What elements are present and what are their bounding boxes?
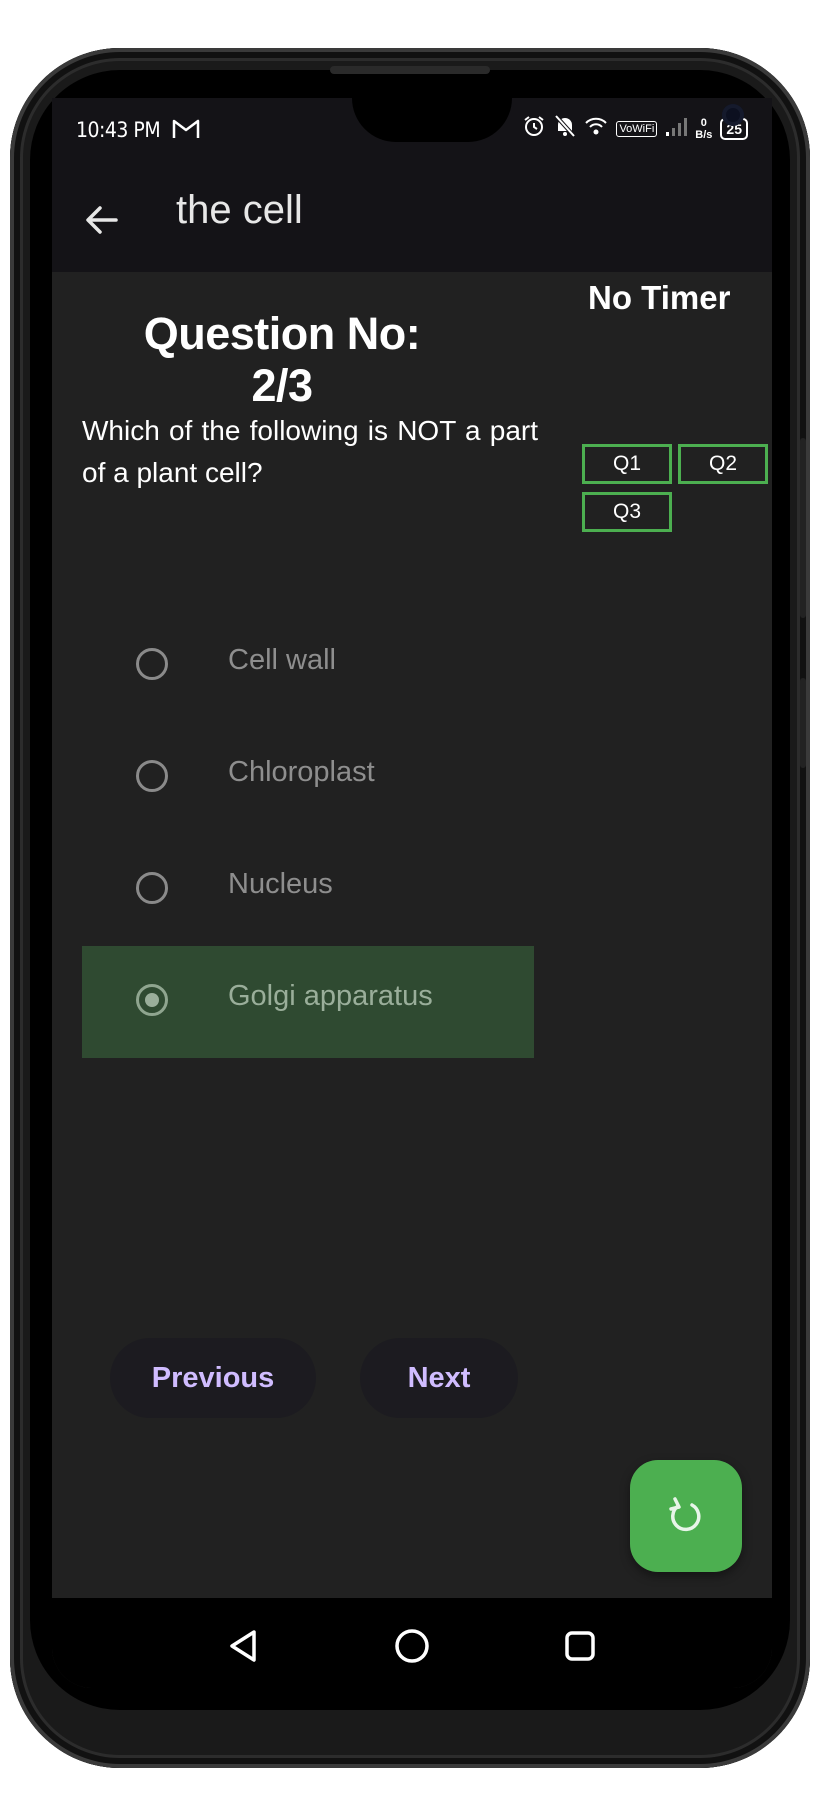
question-number: Question No: 2/3 bbox=[143, 308, 421, 411]
signal-icon bbox=[665, 116, 688, 142]
system-nav-bar bbox=[52, 1598, 772, 1688]
vowifi-badge: VoWiFi bbox=[616, 121, 658, 137]
radio-button[interactable] bbox=[136, 872, 168, 904]
option-chloroplast[interactable]: Chloroplast bbox=[82, 722, 534, 834]
power-button bbox=[800, 678, 806, 768]
screen: 10:43 PM VoWiFi 0 B/s 25 the cell Questi… bbox=[52, 98, 772, 1688]
status-icons: VoWiFi 0 B/s 25 bbox=[522, 114, 748, 144]
refresh-icon bbox=[669, 1497, 701, 1532]
timer-label: No Timer bbox=[588, 279, 731, 316]
option-label: Golgi apparatus bbox=[228, 980, 433, 1012]
nav-back-icon[interactable] bbox=[224, 1626, 264, 1666]
network-speed-unit: B/s bbox=[695, 129, 713, 141]
question-nav-q3[interactable]: Q3 bbox=[582, 492, 672, 532]
question-nav-q1[interactable]: Q1 bbox=[582, 444, 672, 484]
radio-dot bbox=[145, 993, 159, 1007]
option-label: Chloroplast bbox=[228, 756, 375, 788]
back-arrow-icon[interactable] bbox=[82, 200, 122, 240]
question-nav-q2[interactable]: Q2 bbox=[678, 444, 768, 484]
bell-off-icon bbox=[554, 114, 576, 144]
status-time: 10:43 PM bbox=[76, 118, 161, 142]
option-golgi-apparatus[interactable]: Golgi apparatus bbox=[82, 946, 534, 1058]
network-speed: 0 B/s bbox=[695, 117, 712, 141]
app-title: the cell bbox=[176, 188, 303, 232]
option-label: Nucleus bbox=[228, 868, 333, 900]
nav-recents-icon[interactable] bbox=[560, 1626, 600, 1666]
question-text: Which of the following is NOT a part of … bbox=[82, 415, 538, 488]
radio-button[interactable] bbox=[136, 648, 168, 680]
front-camera bbox=[722, 104, 744, 126]
radio-button-selected[interactable] bbox=[136, 984, 168, 1016]
gmail-icon bbox=[172, 118, 200, 140]
alarm-icon bbox=[522, 114, 546, 144]
previous-button[interactable]: Previous bbox=[110, 1338, 316, 1418]
option-cell-wall[interactable]: Cell wall bbox=[82, 610, 534, 722]
network-speed-value: 0 bbox=[700, 117, 707, 129]
option-nucleus[interactable]: Nucleus bbox=[82, 834, 534, 946]
nav-home-icon[interactable] bbox=[392, 1626, 432, 1666]
reset-fab[interactable] bbox=[630, 1460, 742, 1572]
option-label: Cell wall bbox=[228, 644, 336, 676]
volume-button bbox=[800, 438, 806, 618]
app-bar: the cell bbox=[52, 164, 772, 272]
wifi-icon bbox=[584, 116, 608, 142]
next-button[interactable]: Next bbox=[360, 1338, 518, 1418]
camera-notch bbox=[352, 98, 744, 142]
earpiece-speaker bbox=[330, 66, 490, 74]
radio-button[interactable] bbox=[136, 760, 168, 792]
answer-options: Cell wall Chloroplast Nucleus Golgi appa… bbox=[82, 610, 534, 1058]
